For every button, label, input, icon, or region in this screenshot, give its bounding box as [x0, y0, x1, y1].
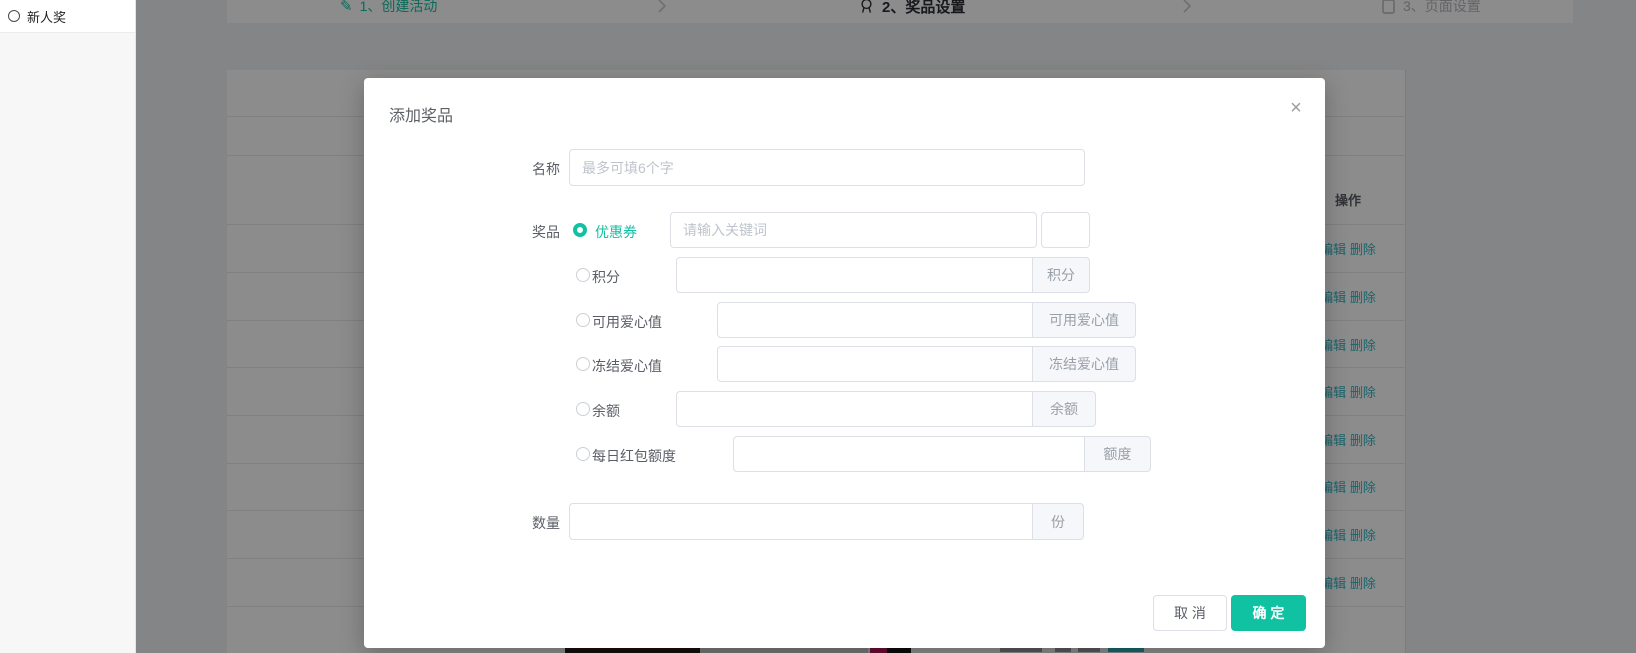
love-frozen-unit: 冻结爱心值	[1033, 346, 1136, 382]
prize-label: 奖品	[494, 222, 560, 242]
points-option-label: 积分	[592, 267, 620, 287]
daily-redpacket-radio[interactable]	[576, 447, 590, 461]
balance-option-label: 余额	[592, 401, 620, 421]
love-frozen-option-label: 冻结爱心值	[592, 356, 662, 376]
sidebar: 新人奖	[0, 0, 136, 653]
sidebar-item-newcomer-prize[interactable]: 新人奖	[0, 0, 135, 33]
coupon-keyword-input[interactable]	[670, 212, 1037, 248]
coupon-radio[interactable]	[573, 223, 587, 237]
quantity-input[interactable]	[569, 503, 1033, 540]
coupon-option-label: 优惠券	[595, 222, 637, 242]
confirm-button[interactable]: 确 定	[1231, 595, 1306, 631]
balance-input[interactable]	[676, 391, 1033, 427]
add-prize-dialog: 添加奖品 × 名称 奖品 优惠券 积分 积分 可用爱心值 可用爱心值 冻结爱心值…	[364, 78, 1325, 648]
points-radio[interactable]	[576, 268, 590, 282]
screen: ✎ 1、创建活动 2、奖品设置 3、页面设置	[0, 0, 1636, 653]
daily-redpacket-option-label: 每日红包额度	[592, 446, 676, 466]
love-available-input[interactable]	[717, 302, 1033, 338]
daily-redpacket-unit: 额度	[1085, 436, 1151, 472]
balance-unit: 余额	[1033, 391, 1096, 427]
quantity-unit: 份	[1033, 503, 1084, 540]
points-unit: 积分	[1033, 257, 1090, 293]
love-frozen-radio[interactable]	[576, 357, 590, 371]
love-frozen-input[interactable]	[717, 346, 1033, 382]
balance-radio[interactable]	[576, 402, 590, 416]
love-available-option-label: 可用爱心值	[592, 312, 662, 332]
daily-redpacket-input[interactable]	[733, 436, 1085, 472]
love-available-radio[interactable]	[576, 313, 590, 327]
close-icon[interactable]: ×	[1284, 96, 1308, 120]
love-available-unit: 可用爱心值	[1033, 302, 1136, 338]
coupon-count-box[interactable]	[1041, 212, 1090, 248]
name-input[interactable]	[569, 149, 1085, 186]
dialog-title: 添加奖品	[389, 102, 453, 126]
name-label: 名称	[494, 159, 560, 179]
sidebar-item-label: 新人奖	[27, 7, 66, 26]
circle-icon	[8, 10, 20, 22]
cancel-button[interactable]: 取 消	[1153, 595, 1227, 631]
quantity-label: 数量	[494, 513, 560, 533]
points-input[interactable]	[676, 257, 1033, 293]
